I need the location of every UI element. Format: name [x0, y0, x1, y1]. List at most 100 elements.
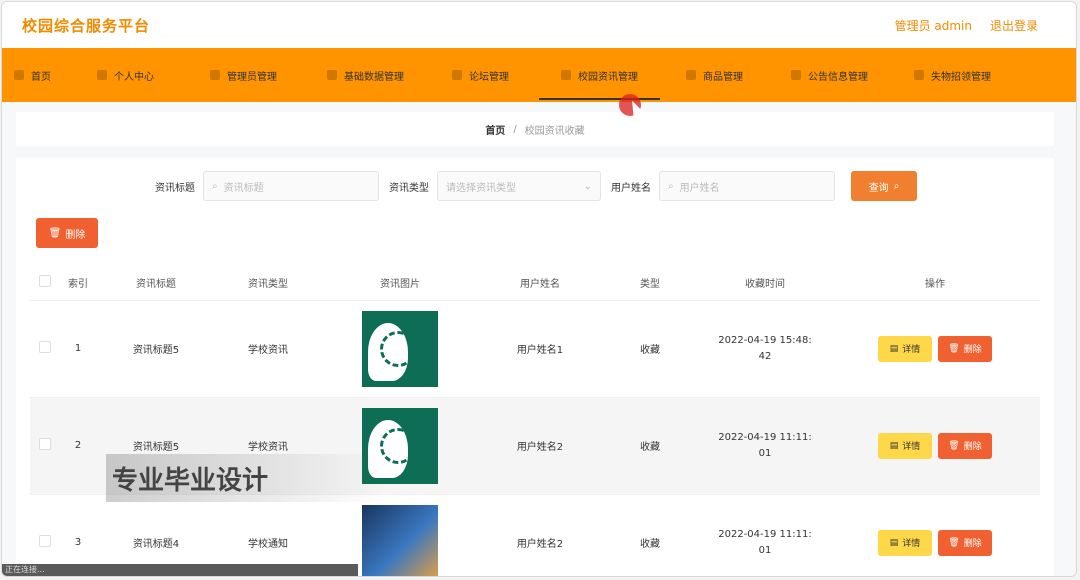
- nav-item-campus-news[interactable]: 校园资讯管理: [539, 48, 662, 102]
- chevron-down-icon: ⌄: [583, 180, 592, 192]
- row-checkbox[interactable]: [39, 438, 51, 450]
- row-checkbox[interactable]: [39, 341, 51, 353]
- main-nav: 首页 个人中心 管理员管理 基础数据管理 论坛管理 校园资讯管理 商品管理 公告…: [2, 48, 1076, 102]
- delete-button[interactable]: 🗑 删除: [938, 432, 992, 459]
- cell-index: 1: [60, 300, 96, 398]
- query-button[interactable]: 查询 ⌕: [851, 171, 917, 201]
- logout-link[interactable]: 退出登录: [990, 17, 1038, 34]
- news-thumbnail: [362, 504, 438, 576]
- select-all-checkbox[interactable]: [39, 275, 51, 288]
- user-icon: [97, 70, 107, 80]
- nav-label: 首页: [31, 71, 51, 83]
- nav-label: 失物招领管理: [931, 71, 991, 83]
- main-content: 首页 / 校园资讯收藏 资讯标题 ⌕ 资讯标题 资讯类型 请选择资讯类型 ⌄ 用户姓…: [2, 102, 1076, 576]
- cell-image: [320, 300, 480, 398]
- delete-button[interactable]: 🗑 删除: [938, 529, 992, 556]
- type-select[interactable]: 请选择资讯类型 ⌄: [437, 171, 601, 201]
- nav-label: 个人中心: [114, 71, 154, 83]
- delete-button[interactable]: 🗑 删除: [938, 335, 992, 362]
- nav-label: 校园资讯管理: [578, 71, 638, 83]
- delete-label: 删除: [963, 539, 982, 549]
- watermark-overlay: 专业毕业设计: [106, 454, 386, 502]
- delete-label: 删除: [963, 442, 982, 452]
- nav-item-profile[interactable]: 个人中心: [97, 48, 178, 102]
- user-placeholder: 用户姓名: [679, 182, 720, 194]
- nav-item-base-data[interactable]: 基础数据管理: [327, 48, 428, 102]
- list-panel: 资讯标题 ⌕ 资讯标题 资讯类型 请选择资讯类型 ⌄ 用户姓名 ⌕ 用户姓名 查询 ⌕ …: [16, 158, 1054, 576]
- detail-button[interactable]: ▤ 详情: [878, 529, 932, 556]
- user-search-input[interactable]: ⌕ 用户姓名: [659, 171, 835, 201]
- cell-actions: ▤ 详情 🗑 删除: [830, 494, 1040, 576]
- trash-icon: 🗑: [948, 537, 960, 548]
- select-all-cell[interactable]: [30, 266, 60, 301]
- query-label: 查询: [868, 182, 889, 194]
- goods-icon: [686, 70, 696, 80]
- cell-kind: 收藏: [600, 300, 700, 398]
- nav-item-admins[interactable]: 管理员管理: [210, 48, 301, 102]
- cell-time: 2022-04-19 11:11: 01: [700, 494, 830, 576]
- user-area: 管理员 admin 退出登录: [895, 17, 1038, 34]
- brand-title: 校园综合服务平台: [22, 16, 151, 35]
- detail-button[interactable]: ▤ 详情: [878, 335, 932, 362]
- type-placeholder: 请选择资讯类型: [446, 182, 516, 194]
- row-select-cell[interactable]: [30, 300, 60, 398]
- bulk-delete-button[interactable]: 🗑 删除: [36, 218, 98, 248]
- nav-item-home[interactable]: 首页: [12, 48, 75, 102]
- header-actions: 操作: [830, 266, 1040, 301]
- breadcrumb-current: 校园资讯收藏: [524, 125, 585, 137]
- header-title: 资讯标题: [96, 266, 216, 301]
- nav-label: 公告信息管理: [808, 71, 868, 83]
- cell-actions: ▤ 详情 🗑 删除: [830, 300, 1040, 398]
- header-image: 资讯图片: [320, 266, 480, 301]
- cell-user: 用户姓名2: [480, 494, 600, 576]
- nav-item-forum[interactable]: 论坛管理: [452, 48, 533, 102]
- table-row: 1 资讯标题5 学校资讯 用户姓名1 收藏 2022-04-19 15:48: 4…: [30, 300, 1040, 398]
- breadcrumb-separator: /: [513, 123, 517, 135]
- delete-label: 删除: [963, 345, 982, 355]
- breadcrumb-home[interactable]: 首页: [485, 122, 505, 137]
- bulk-delete-label: 删除: [65, 229, 86, 241]
- cell-user: 用户姓名1: [480, 300, 600, 398]
- cell-index: 2: [60, 397, 96, 495]
- time-line-1: 2022-04-19 15:48:: [718, 334, 812, 346]
- title-search-input[interactable]: ⌕ 资讯标题: [203, 171, 379, 201]
- detail-button[interactable]: ▤ 详情: [878, 432, 932, 459]
- header-user: 用户姓名: [480, 266, 600, 301]
- home-icon: [14, 70, 24, 80]
- lost-found-icon: [914, 70, 924, 80]
- time-line-2: 42: [758, 350, 772, 362]
- cell-actions: ▤ 详情 🗑 删除: [830, 397, 1040, 495]
- trash-icon: 🗑: [48, 227, 62, 239]
- time-line-2: 01: [758, 447, 772, 459]
- data-icon: [327, 70, 337, 80]
- row-select-cell[interactable]: [30, 397, 60, 495]
- type-filter-label: 资讯类型: [389, 182, 429, 194]
- cell-kind: 收藏: [600, 494, 700, 576]
- admin-label[interactable]: 管理员 admin: [895, 17, 972, 34]
- nav-label: 管理员管理: [227, 71, 277, 83]
- header-time: 收藏时间: [700, 266, 830, 301]
- search-icon: ⌕: [212, 180, 218, 192]
- forum-icon: [452, 70, 462, 80]
- search-icon: ⌕: [893, 180, 900, 192]
- detail-label: 详情: [902, 539, 921, 549]
- app-window: 校园综合服务平台 管理员 admin 退出登录 首页 个人中心 管理员管理 基础…: [1, 1, 1077, 577]
- nav-item-goods[interactable]: 商品管理: [686, 48, 767, 102]
- table-header-row: 索引 资讯标题 资讯类型 资讯图片 用户姓名 类型 收藏时间 操作: [30, 266, 1040, 301]
- cell-time: 2022-04-19 15:48: 42: [700, 300, 830, 398]
- search-icon: ⌕: [668, 180, 674, 192]
- cell-kind: 收藏: [600, 397, 700, 495]
- nav-label: 基础数据管理: [344, 71, 404, 83]
- news-thumbnail: [362, 310, 438, 387]
- cell-title: 资讯标题5: [96, 300, 216, 398]
- detail-label: 详情: [902, 345, 921, 355]
- nav-item-lost-found[interactable]: 失物招领管理: [914, 48, 1015, 102]
- header-kind: 类型: [600, 266, 700, 301]
- header-type: 资讯类型: [216, 266, 320, 301]
- nav-item-notices[interactable]: 公告信息管理: [791, 48, 892, 102]
- search-form: 资讯标题 ⌕ 资讯标题 资讯类型 请选择资讯类型 ⌄ 用户姓名 ⌕ 用户姓名 查询 ⌕: [16, 170, 1054, 202]
- user-filter-label: 用户姓名: [611, 182, 651, 194]
- browser-status-bar: 正在连接...: [2, 564, 358, 576]
- row-checkbox[interactable]: [39, 535, 51, 547]
- document-icon: ▤: [889, 537, 899, 548]
